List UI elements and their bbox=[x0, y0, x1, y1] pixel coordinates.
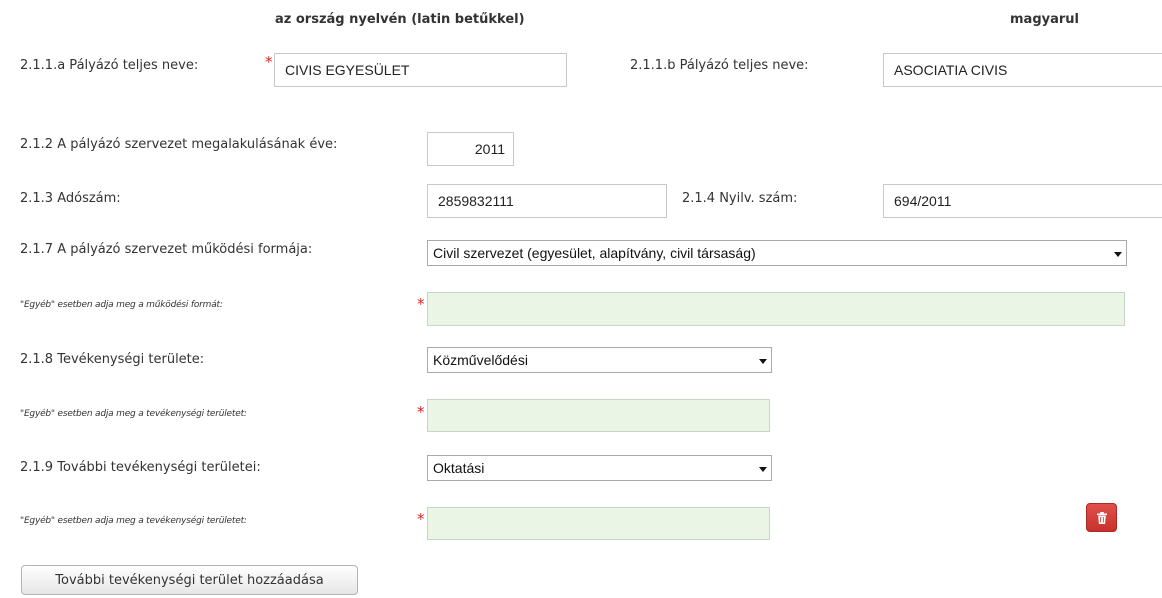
trash-icon bbox=[1096, 511, 1107, 524]
name-native-label: 2.1.1.a Pályázó teljes neve: bbox=[20, 58, 199, 73]
tax-number-label: 2.1.3 Adószám: bbox=[20, 191, 121, 206]
chevron-down-icon bbox=[759, 359, 767, 364]
additional-activity-selected: Oktatási bbox=[433, 460, 485, 476]
operating-form-selected: Civil szervezet (egyesület, alapítvány, … bbox=[433, 245, 756, 261]
required-marker: * bbox=[417, 295, 425, 313]
activity-area-label: 2.1.8 Tevékenységi területe: bbox=[20, 352, 205, 367]
name-native-input[interactable]: CIVIS EGYESÜLET bbox=[274, 53, 567, 87]
activity-area-selected: Közművelődési bbox=[433, 352, 528, 368]
additional-activity-other-label: "Egyéb" esetben adja meg a tevékenységi … bbox=[20, 516, 247, 526]
required-marker: * bbox=[265, 53, 273, 71]
founding-year-label: 2.1.2 A pályázó szervezet megalakulásána… bbox=[20, 137, 338, 152]
operating-form-other-label: "Egyéb" esetben adja meg a működési form… bbox=[20, 300, 223, 310]
name-hungarian-input[interactable]: ASOCIATIA CIVIS bbox=[883, 53, 1162, 87]
operating-form-select[interactable]: Civil szervezet (egyesület, alapítvány, … bbox=[427, 240, 1127, 266]
registry-number-label: 2.1.4 Nyilv. szám: bbox=[682, 191, 798, 206]
additional-activity-select[interactable]: Oktatási bbox=[427, 455, 772, 481]
header-native-language: az ország nyelvén (latin betűkkel) bbox=[275, 12, 525, 27]
additional-activity-other-input[interactable] bbox=[427, 507, 770, 540]
activity-area-select[interactable]: Közművelődési bbox=[427, 347, 772, 373]
name-hungarian-label: 2.1.1.b Pályázó teljes neve: bbox=[630, 58, 809, 73]
additional-activity-label: 2.1.9 További tevékenységi területei: bbox=[20, 460, 261, 475]
tax-number-input[interactable]: 2859832111 bbox=[427, 184, 667, 218]
required-marker: * bbox=[417, 403, 425, 421]
add-activity-button[interactable]: További tevékenységi terület hozzáadása bbox=[21, 565, 358, 595]
chevron-down-icon bbox=[1114, 252, 1122, 257]
founding-year-input[interactable]: 2011 bbox=[427, 132, 514, 166]
activity-area-other-label: "Egyéb" esetben adja meg a tevékenységi … bbox=[20, 409, 247, 419]
operating-form-label: 2.1.7 A pályázó szervezet működési formá… bbox=[20, 242, 313, 257]
header-hungarian: magyarul bbox=[1010, 12, 1079, 27]
delete-activity-button[interactable] bbox=[1086, 503, 1117, 532]
required-marker: * bbox=[417, 510, 425, 528]
applicant-form: az ország nyelvén (latin betűkkel) magya… bbox=[0, 0, 1162, 598]
chevron-down-icon bbox=[759, 467, 767, 472]
activity-area-other-input[interactable] bbox=[427, 399, 770, 432]
operating-form-other-input[interactable] bbox=[427, 292, 1125, 326]
registry-number-input[interactable]: 694/2011 bbox=[883, 184, 1162, 218]
